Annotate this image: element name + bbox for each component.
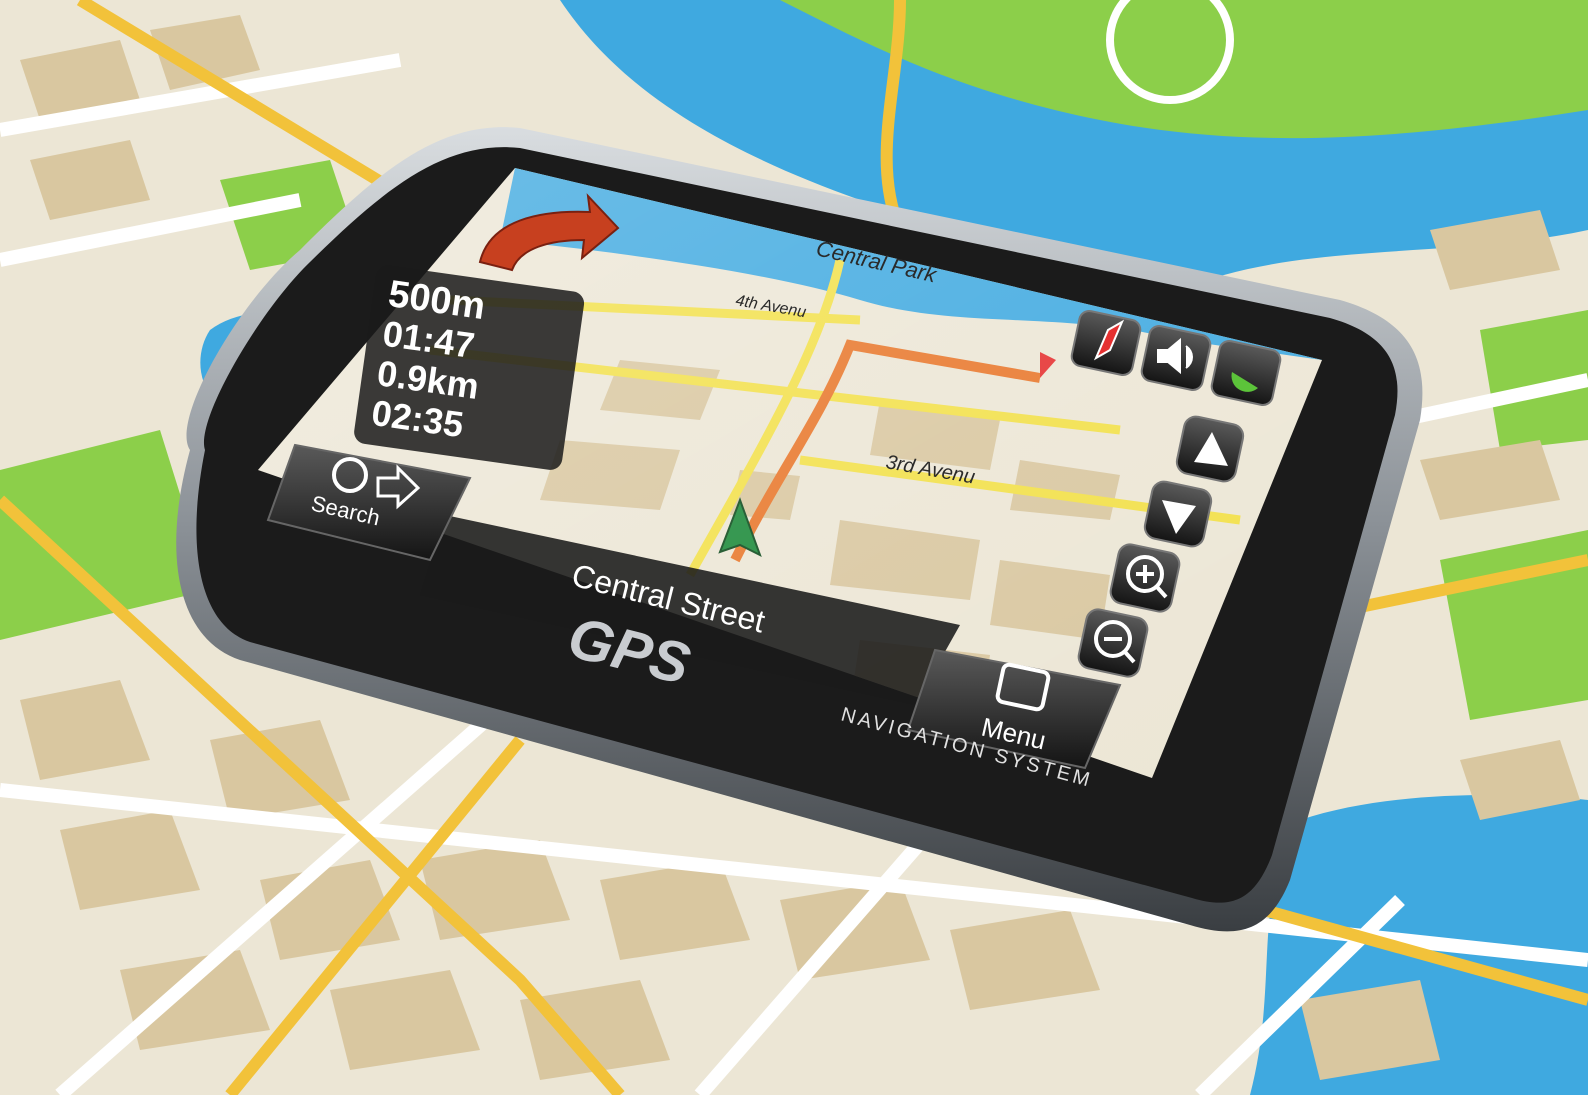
zoom-in-button[interactable] bbox=[1108, 542, 1181, 614]
zoom-out-button[interactable] bbox=[1076, 607, 1149, 679]
pan-down-button[interactable] bbox=[1143, 479, 1214, 548]
compass-button[interactable] bbox=[1070, 309, 1142, 377]
map-scene: 500m 01:47 0.9km 02:35 Central Park 4th … bbox=[0, 0, 1588, 1095]
pan-up-button[interactable] bbox=[1175, 414, 1246, 483]
satellite-button[interactable] bbox=[1210, 339, 1282, 407]
trip-info-panel: 500m 01:47 0.9km 02:35 bbox=[354, 265, 585, 470]
volume-button[interactable] bbox=[1140, 324, 1212, 392]
